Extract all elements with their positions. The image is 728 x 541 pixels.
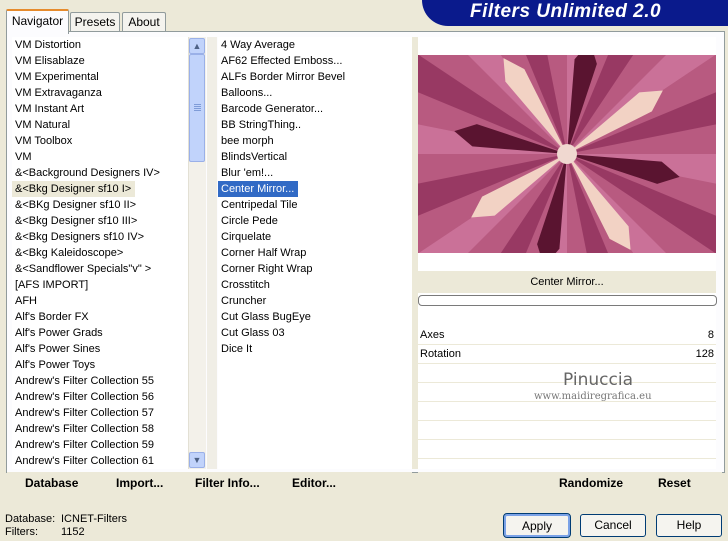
category-item[interactable]: &<Bkg Designers sf10 IV>	[12, 229, 144, 245]
filter-item[interactable]: Dice It	[218, 341, 252, 357]
filter-item[interactable]: 4 Way Average	[218, 37, 295, 53]
help-button[interactable]: Help	[656, 514, 722, 537]
preview-image	[418, 55, 716, 253]
filter-list[interactable]: 4 Way Average AF62 Effected Emboss... ALFs…	[218, 37, 412, 469]
filter-item[interactable]: BlindsVertical	[218, 149, 287, 165]
category-item[interactable]: &<Sandflower Specials"v" >	[12, 261, 151, 277]
category-item[interactable]: Andrew's Filter Collection 58	[12, 421, 154, 437]
category-item[interactable]: Andrew's Filter Collection 55	[12, 373, 154, 389]
category-item[interactable]: VM	[12, 149, 32, 165]
category-item[interactable]: &<Bkg Kaleidoscope>	[12, 245, 123, 261]
category-item[interactable]: &<Bkg Designer sf10 III>	[12, 213, 137, 229]
category-item[interactable]: &<Bkg Designer sf10 I>	[12, 181, 136, 197]
filter-item[interactable]: Crosstitch	[218, 277, 270, 293]
filter-item[interactable]: Balloons...	[218, 85, 272, 101]
category-item[interactable]: VM Natural	[12, 117, 70, 133]
category-item[interactable]: VM Toolbox	[12, 133, 72, 149]
filter-item[interactable]: Cut Glass BugEye	[218, 309, 311, 325]
progress-bar	[418, 295, 717, 306]
filter-item[interactable]: Cruncher	[218, 293, 266, 309]
filters-count: 1152	[61, 526, 85, 538]
database-label: Database:	[5, 513, 56, 525]
apply-button[interactable]: Apply	[503, 513, 571, 538]
import-button[interactable]: Import...	[116, 476, 163, 490]
category-item[interactable]: Andrew's Filter Collection 59	[12, 437, 154, 453]
category-item[interactable]: &<Background Designers IV>	[12, 165, 160, 181]
watermark-url: www.maidiregrafica.eu	[534, 391, 652, 402]
filter-item[interactable]: Centripedal Tile	[218, 197, 297, 213]
filter-item[interactable]: bee morph	[218, 133, 274, 149]
category-item[interactable]: Alf's Power Sines	[12, 341, 100, 357]
filter-item[interactable]: BB StringThing..	[218, 117, 301, 133]
filters-label: Filters:	[5, 526, 38, 538]
category-list[interactable]: VM Distortion VM Elisablaze VM Experimenta…	[12, 37, 188, 469]
scroll-down-arrow-icon[interactable]: ▼	[189, 452, 205, 468]
randomize-button[interactable]: Randomize	[559, 476, 623, 490]
category-item[interactable]: Andrew's Filter Collection 57	[12, 405, 154, 421]
filter-item[interactable]: Corner Half Wrap	[218, 245, 306, 261]
filter-item[interactable]: Circle Pede	[218, 213, 278, 229]
category-item[interactable]: AFH	[12, 293, 37, 309]
category-item[interactable]: Alf's Power Grads	[12, 325, 103, 341]
filter-item[interactable]: Blur 'em!...	[218, 165, 273, 181]
category-item[interactable]: VM Experimental	[12, 69, 99, 85]
current-filter-name: Center Mirror...	[418, 271, 716, 293]
reset-button[interactable]: Reset	[658, 476, 691, 490]
param-axes[interactable]: Axes 8	[418, 326, 716, 345]
category-item[interactable]: Alf's Power Toys	[12, 357, 95, 373]
tab-presets[interactable]: Presets	[70, 12, 120, 32]
database-value: ICNET-Filters	[61, 513, 127, 525]
filter-item[interactable]: Center Mirror...	[218, 181, 299, 197]
category-item[interactable]: VM Extravaganza	[12, 85, 102, 101]
filter-item[interactable]: Cut Glass 03	[218, 325, 285, 341]
category-item[interactable]: VM Elisablaze	[12, 53, 85, 69]
app-title: Filters Unlimited 2.0	[470, 1, 662, 22]
category-item[interactable]: Andrew's Filter Collection 56	[12, 389, 154, 405]
tab-navigator[interactable]: Navigator	[6, 9, 69, 34]
category-item[interactable]: VM Distortion	[12, 37, 81, 53]
filter-item[interactable]: Barcode Generator...	[218, 101, 323, 117]
scroll-up-arrow-icon[interactable]: ▲	[189, 38, 205, 54]
cancel-button[interactable]: Cancel	[580, 514, 646, 537]
category-item[interactable]: Alf's Border FX	[12, 309, 89, 325]
filter-info-button[interactable]: Filter Info...	[195, 476, 260, 490]
category-scrollbar[interactable]: ▲ ▼	[188, 37, 206, 469]
parameter-list[interactable]: Axes 8 Rotation 128	[418, 326, 716, 478]
category-item[interactable]: VM Instant Art	[12, 101, 84, 117]
filter-item[interactable]: AF62 Effected Emboss...	[218, 53, 342, 69]
param-rotation[interactable]: Rotation 128	[418, 345, 716, 364]
watermark-name: Pinuccia	[563, 370, 633, 390]
category-item[interactable]: Andrew's Filter Collection 61	[12, 453, 154, 469]
filter-item[interactable]: ALFs Border Mirror Bevel	[218, 69, 345, 85]
filter-item[interactable]: Cirquelate	[218, 229, 271, 245]
database-button[interactable]: Database	[25, 476, 78, 490]
list-divider	[207, 37, 217, 469]
filter-item[interactable]: Corner Right Wrap	[218, 261, 313, 277]
category-item[interactable]: [AFS IMPORT]	[12, 277, 88, 293]
tab-about[interactable]: About	[122, 12, 166, 32]
editor-button[interactable]: Editor...	[292, 476, 336, 490]
scroll-thumb[interactable]	[189, 54, 205, 162]
category-item[interactable]: &<BKg Designer sf10 II>	[12, 197, 136, 213]
